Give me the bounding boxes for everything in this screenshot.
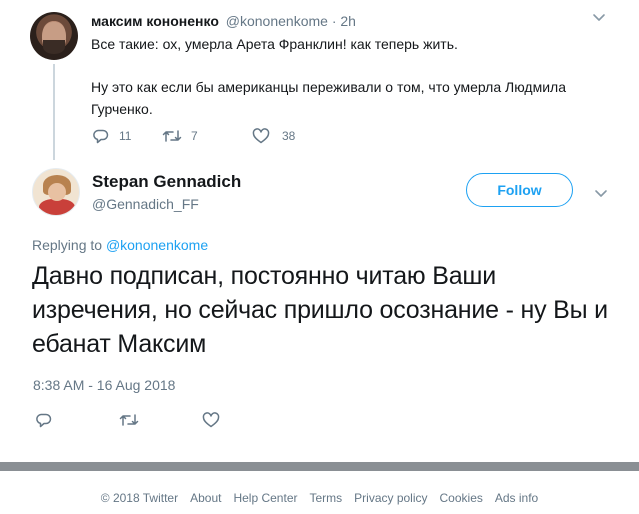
main-tweet-actions [35, 412, 220, 428]
parent-tweet-handle[interactable]: @kononenkome [226, 13, 328, 29]
footer-link-help-center[interactable]: Help Center [233, 491, 297, 505]
like-button[interactable]: 38 [252, 128, 295, 144]
page-divider-bar [0, 462, 639, 471]
parent-tweet[interactable]: максим кононенко @kononenkome · 2h Все т… [0, 0, 639, 160]
retweet-icon [119, 414, 139, 426]
avatar-beard [43, 40, 65, 54]
reply-icon [93, 129, 109, 144]
time-separator: · [331, 13, 337, 29]
parent-tweet-actions: 11 7 38 [92, 128, 295, 144]
retweet-button[interactable]: 7 [162, 129, 252, 143]
replying-to-label: Replying to [32, 237, 103, 253]
main-tweet: Stepan Gennadich @Gennadich_FF Follow Re… [0, 160, 639, 455]
footer-links: © 2018 Twitter About Help Center Terms P… [101, 491, 538, 505]
reply-count: 11 [119, 129, 132, 143]
parent-tweet-avatar[interactable] [30, 12, 78, 60]
footer-link-cookies[interactable]: Cookies [440, 491, 483, 505]
retweet-button[interactable] [119, 413, 202, 427]
footer-copyright: © 2018 Twitter [100, 491, 179, 505]
main-tweet-text: Давно подписан, постоянно читаю Ваши изр… [32, 262, 608, 358]
chevron-down-icon[interactable] [594, 189, 608, 199]
reply-button[interactable]: 11 [92, 128, 162, 144]
main-tweet-handle[interactable]: @Gennadich_FF [92, 196, 199, 212]
chevron-down-icon[interactable] [592, 13, 606, 23]
retweet-icon [162, 130, 182, 142]
parent-tweet-text-line1: Все такие: ох, умерла Арета Франклин! ка… [91, 36, 458, 52]
footer-link-about[interactable]: About [190, 491, 221, 505]
thread-connector-line [53, 64, 55, 160]
parent-tweet-display-name[interactable]: максим кононенко [91, 13, 219, 29]
like-button[interactable] [202, 412, 220, 428]
main-tweet-display-name[interactable]: Stepan Gennadich [92, 172, 241, 192]
reply-button[interactable] [35, 412, 119, 428]
footer-link-ads-info[interactable]: Ads info [495, 491, 538, 505]
footer-link-terms[interactable]: Terms [309, 491, 342, 505]
reply-icon [36, 413, 52, 428]
footer-link-privacy-policy[interactable]: Privacy policy [354, 491, 427, 505]
avatar-clothing [39, 199, 75, 215]
avatar-face [48, 183, 66, 201]
follow-button[interactable]: Follow [466, 173, 573, 207]
parent-tweet-header: максим кононенко @kononenkome · 2h [91, 13, 356, 29]
main-tweet-avatar[interactable] [32, 168, 80, 216]
retweet-count: 7 [191, 129, 198, 143]
heart-icon [252, 128, 270, 144]
like-count: 38 [282, 129, 296, 143]
heart-icon [202, 412, 220, 428]
parent-tweet-time[interactable]: 2h [340, 13, 356, 29]
replying-to-handle-link[interactable]: @kononenkome [106, 237, 208, 253]
tweet-timestamp[interactable]: 8:38 AM - 16 Aug 2018 [33, 377, 175, 393]
parent-tweet-text-line2: Ну это как если бы американцы переживали… [91, 79, 566, 117]
replying-to: Replying to @kononenkome [32, 237, 208, 253]
footer: © 2018 Twitter About Help Center Terms P… [0, 491, 639, 505]
